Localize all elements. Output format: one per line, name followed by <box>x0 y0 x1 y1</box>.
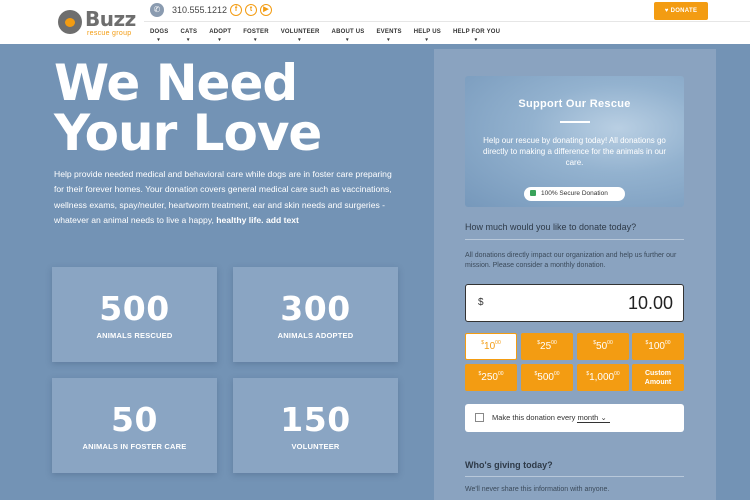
chevron-down-icon: ▾ <box>346 37 349 43</box>
phone-link[interactable]: ✆ 310.555.1212 <box>150 3 227 17</box>
stat-number: 150 <box>280 400 351 439</box>
twitter-icon[interactable]: t <box>245 4 257 16</box>
amount-option-1000[interactable]: $1,00000 <box>577 364 629 391</box>
stat-card: 300 ANIMALS ADOPTED <box>233 267 398 362</box>
chevron-down-icon: ⌄ <box>600 413 607 422</box>
stat-card: 500 ANIMALS RESCUED <box>52 267 217 362</box>
donation-amount-input[interactable]: $ 10.00 <box>465 284 684 322</box>
chevron-down-icon: ▾ <box>298 37 301 43</box>
amount-option-25[interactable]: $2500 <box>521 333 573 360</box>
custom-amount-button[interactable]: Custom Amount <box>632 364 684 391</box>
chevron-down-icon: ▾ <box>218 37 221 43</box>
main-nav: DOGS ▾ CATS ▾ ADOPT ▾ FOSTER ▾ VOLUNTEER ▾ AB… <box>144 29 506 43</box>
amount-option-10[interactable]: $1000 <box>465 333 517 360</box>
youtube-icon[interactable]: ▶ <box>260 4 272 16</box>
nav-item-adopt[interactable]: ADOPT ▾ <box>203 29 237 43</box>
stat-label: ANIMALS ADOPTED <box>277 331 354 340</box>
nav-item-dogs[interactable]: DOGS ▾ <box>144 29 174 43</box>
secure-donation-badge: 100% Secure Donation <box>524 187 625 201</box>
monthly-donation-option: Make this donation every month ⌄ <box>465 404 684 432</box>
chevron-down-icon: ▾ <box>253 37 257 43</box>
secure-donation-label: 100% Secure Donation <box>541 190 608 197</box>
chevron-down-icon: ▾ <box>425 37 429 43</box>
stat-label: ANIMALS IN FOSTER CARE <box>82 442 187 451</box>
social-links: f t ▶ <box>230 4 272 16</box>
stat-card: 50 ANIMALS IN FOSTER CARE <box>52 378 217 473</box>
chevron-down-icon: ▾ <box>157 37 160 43</box>
chevron-down-icon: ▾ <box>186 37 190 43</box>
top-bar: ✆ 310.555.1212 f t ▶ ♥ DONATE <box>144 0 750 22</box>
nav-item-events[interactable]: EVENTS ▾ <box>370 29 407 43</box>
donation-question: How much would you like to donate today? <box>465 222 637 232</box>
chevron-down-icon: ▾ <box>387 37 390 43</box>
logo[interactable]: Buzz rescue group <box>58 7 142 37</box>
custom-amount-label-line1: Custom <box>644 370 672 377</box>
amount-option-500[interactable]: $50000 <box>521 364 573 391</box>
nav-item-volunteer[interactable]: VOLUNTEER ▾ <box>275 29 326 43</box>
divider <box>465 476 684 477</box>
lock-icon <box>530 190 536 196</box>
facebook-icon[interactable]: f <box>230 4 242 16</box>
donation-hero-text: Help our rescue by donating today! All d… <box>482 136 667 167</box>
donor-info-heading: Who's giving today? <box>465 460 553 470</box>
nav-item-help-us[interactable]: HELP US ▾ <box>408 29 447 43</box>
phone-icon: ✆ <box>150 3 164 17</box>
amount-option-50[interactable]: $5000 <box>577 333 629 360</box>
stat-card: 150 VOLUNTEER <box>233 378 398 473</box>
divider <box>465 239 684 240</box>
divider <box>560 121 590 123</box>
donor-info-description: We'll never share this information with … <box>465 486 610 493</box>
donation-hero-banner: Support Our Rescue Help our rescue by do… <box>465 76 684 207</box>
monthly-label: Make this donation every <box>492 413 576 422</box>
custom-amount-label-line2: Amount <box>644 379 672 386</box>
hero-title-line1: We Need <box>54 54 298 112</box>
phone-number: 310.555.1212 <box>172 5 228 15</box>
amount-option-250[interactable]: $25000 <box>465 364 517 391</box>
donate-button[interactable]: ♥ DONATE <box>654 2 708 20</box>
stat-number: 300 <box>280 289 351 328</box>
nav-item-cats[interactable]: CATS ▾ <box>174 29 203 43</box>
logo-subtitle: rescue group <box>87 30 132 37</box>
hero-body-bold: healthy life. add text <box>216 214 299 225</box>
donation-hero-title: Support Our Rescue <box>518 98 631 110</box>
logo-text: Buzz <box>85 7 136 31</box>
stat-label: ANIMALS RESCUED <box>96 331 173 340</box>
donate-button-label: DONATE <box>670 8 698 14</box>
stat-label: VOLUNTEER <box>291 442 340 451</box>
hero-body: Help provide needed medical and behavior… <box>54 167 394 228</box>
currency-symbol: $ <box>478 297 484 308</box>
frequency-select[interactable]: month ⌄ <box>577 413 610 423</box>
nav-item-about-us[interactable]: ABOUT US ▾ <box>326 29 371 43</box>
hero-title: We Need Your Love <box>54 58 414 158</box>
donation-description: All donations directly impact our organi… <box>465 252 677 269</box>
monthly-checkbox[interactable] <box>475 413 484 422</box>
stat-number: 50 <box>111 400 158 439</box>
stat-number: 500 <box>99 289 170 328</box>
chevron-down-icon: ▾ <box>474 37 478 43</box>
nav-item-foster[interactable]: FOSTER ▾ <box>237 29 275 43</box>
nav-item-help-for-you[interactable]: HELP FOR YOU ▾ <box>447 29 506 43</box>
paw-logo-icon <box>58 10 82 34</box>
hero-title-line2: Your Love <box>54 104 322 162</box>
amount-option-100[interactable]: $10000 <box>632 333 684 360</box>
donation-amount-value: 10.00 <box>627 293 673 313</box>
site-header: Buzz rescue group ✆ 310.555.1212 f t ▶ ♥… <box>0 0 750 44</box>
donation-panel: Support Our Rescue Help our rescue by do… <box>434 49 716 500</box>
